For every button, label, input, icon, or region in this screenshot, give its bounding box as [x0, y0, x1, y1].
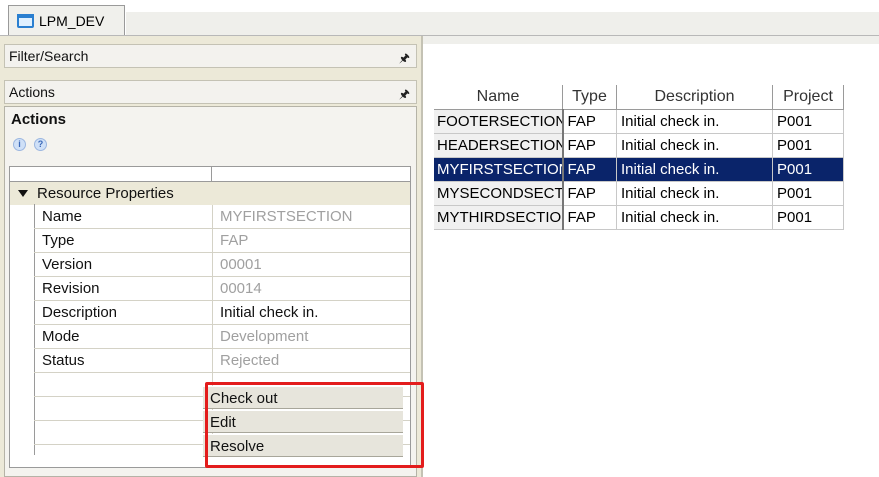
collapse-arrow-icon[interactable] [18, 190, 28, 197]
window-icon [17, 14, 34, 28]
column-header-type[interactable]: Type [562, 85, 617, 110]
right-pane: Name Type Description Project FOOTERSECT… [423, 36, 879, 477]
pin-icon[interactable]: 🖈 [399, 85, 410, 106]
table-row[interactable]: MYSECONDSECTIONFAPInitial check in.P001 [434, 181, 844, 206]
property-key: Name [42, 208, 83, 225]
cell-name: MYFIRSTSECTION [434, 157, 564, 182]
cell-project: P001 [772, 133, 844, 158]
tab-strip [126, 12, 879, 36]
cell-project: P001 [772, 109, 844, 134]
document-tab-bar: LPM_DEV [0, 0, 879, 36]
table-row[interactable]: MYTHIRDSECTION FAP Initial check in. P001 [434, 205, 844, 230]
property-key: Description [42, 304, 118, 321]
section-label: Resource Properties [37, 185, 174, 202]
property-row[interactable]: Status Rejected [34, 349, 410, 373]
cell-project: P001 [772, 205, 844, 230]
property-key: Type [42, 232, 75, 249]
column-header-project[interactable]: Project [772, 85, 844, 110]
table-row[interactable]: HEADERSECTION FAP Initial check in. P001 [434, 133, 844, 158]
property-row[interactable]: Version 00001 [34, 253, 410, 277]
cell-description: Initial check in. [616, 205, 773, 230]
property-key: Mode [42, 328, 80, 345]
cell-type: FAP [562, 181, 617, 206]
property-row[interactable]: Name MYFIRSTSECTION [34, 205, 410, 229]
resource-properties-section[interactable]: Resource Properties [10, 182, 410, 205]
property-row[interactable]: Description Initial check in. [34, 301, 410, 325]
cell-type: FAP [562, 109, 617, 134]
edit-button[interactable]: Edit [203, 410, 403, 433]
property-value: Development [220, 328, 309, 345]
cell-description: Initial check in. [616, 157, 773, 182]
filter-search-label: Filter/Search [9, 48, 89, 64]
cell-name: HEADERSECTION [434, 133, 564, 158]
property-value: FAP [220, 232, 249, 249]
help-icon[interactable]: ? [34, 138, 47, 151]
pin-icon[interactable]: 🖈 [399, 49, 410, 70]
property-row[interactable]: Type FAP [34, 229, 410, 253]
cell-project: P001 [772, 181, 844, 206]
property-row[interactable]: Revision 00014 [34, 277, 410, 301]
cell-project: P001 [772, 157, 844, 182]
actions-panel-header[interactable]: Actions 🖈 [4, 80, 417, 104]
resolve-button[interactable]: Resolve [203, 434, 403, 457]
cell-description: Initial check in. [616, 133, 773, 158]
property-row[interactable]: Mode Development [34, 325, 410, 349]
cell-type: FAP [562, 205, 617, 230]
left-pane: Filter/Search 🖈 Actions 🖈 Actions i ? Re… [0, 36, 421, 477]
column-header-description[interactable]: Description [616, 85, 773, 110]
check-out-button[interactable]: Check out [203, 386, 403, 409]
resources-table: Name Type Description Project FOOTERSECT… [434, 85, 844, 230]
cell-type: FAP [562, 133, 617, 158]
property-key: Revision [42, 280, 100, 297]
property-value: Rejected [220, 352, 280, 369]
column-header-name[interactable]: Name [434, 85, 563, 110]
table-row[interactable]: MYFIRSTSECTION FAP Initial check in. P001 [434, 157, 844, 182]
cell-name: MYSECONDSECTION [434, 181, 564, 206]
actions-title: Actions [11, 111, 67, 128]
cell-description: Initial check in. [616, 109, 773, 134]
actions-panel-label: Actions [9, 84, 55, 100]
property-key: Status [42, 352, 85, 369]
cell-description: Initial check in. [616, 181, 773, 206]
filter-search-panel-header[interactable]: Filter/Search 🖈 [4, 44, 417, 68]
property-key: Version [42, 256, 93, 273]
property-value: 00014 [220, 280, 262, 297]
cell-type: FAP [562, 157, 617, 182]
info-icon[interactable]: i [13, 138, 26, 151]
property-value: Initial check in. [220, 304, 319, 321]
property-value: 00001 [220, 256, 262, 273]
property-value: MYFIRSTSECTION [220, 208, 353, 225]
table-row[interactable]: FOOTERSECTION FAP Initial check in. P001 [434, 109, 844, 134]
tab-label: LPM_DEV [39, 13, 105, 29]
cell-name: FOOTERSECTION [434, 109, 564, 134]
tab-lpm-dev[interactable]: LPM_DEV [8, 5, 125, 36]
cell-name: MYTHIRDSECTION [434, 205, 564, 230]
